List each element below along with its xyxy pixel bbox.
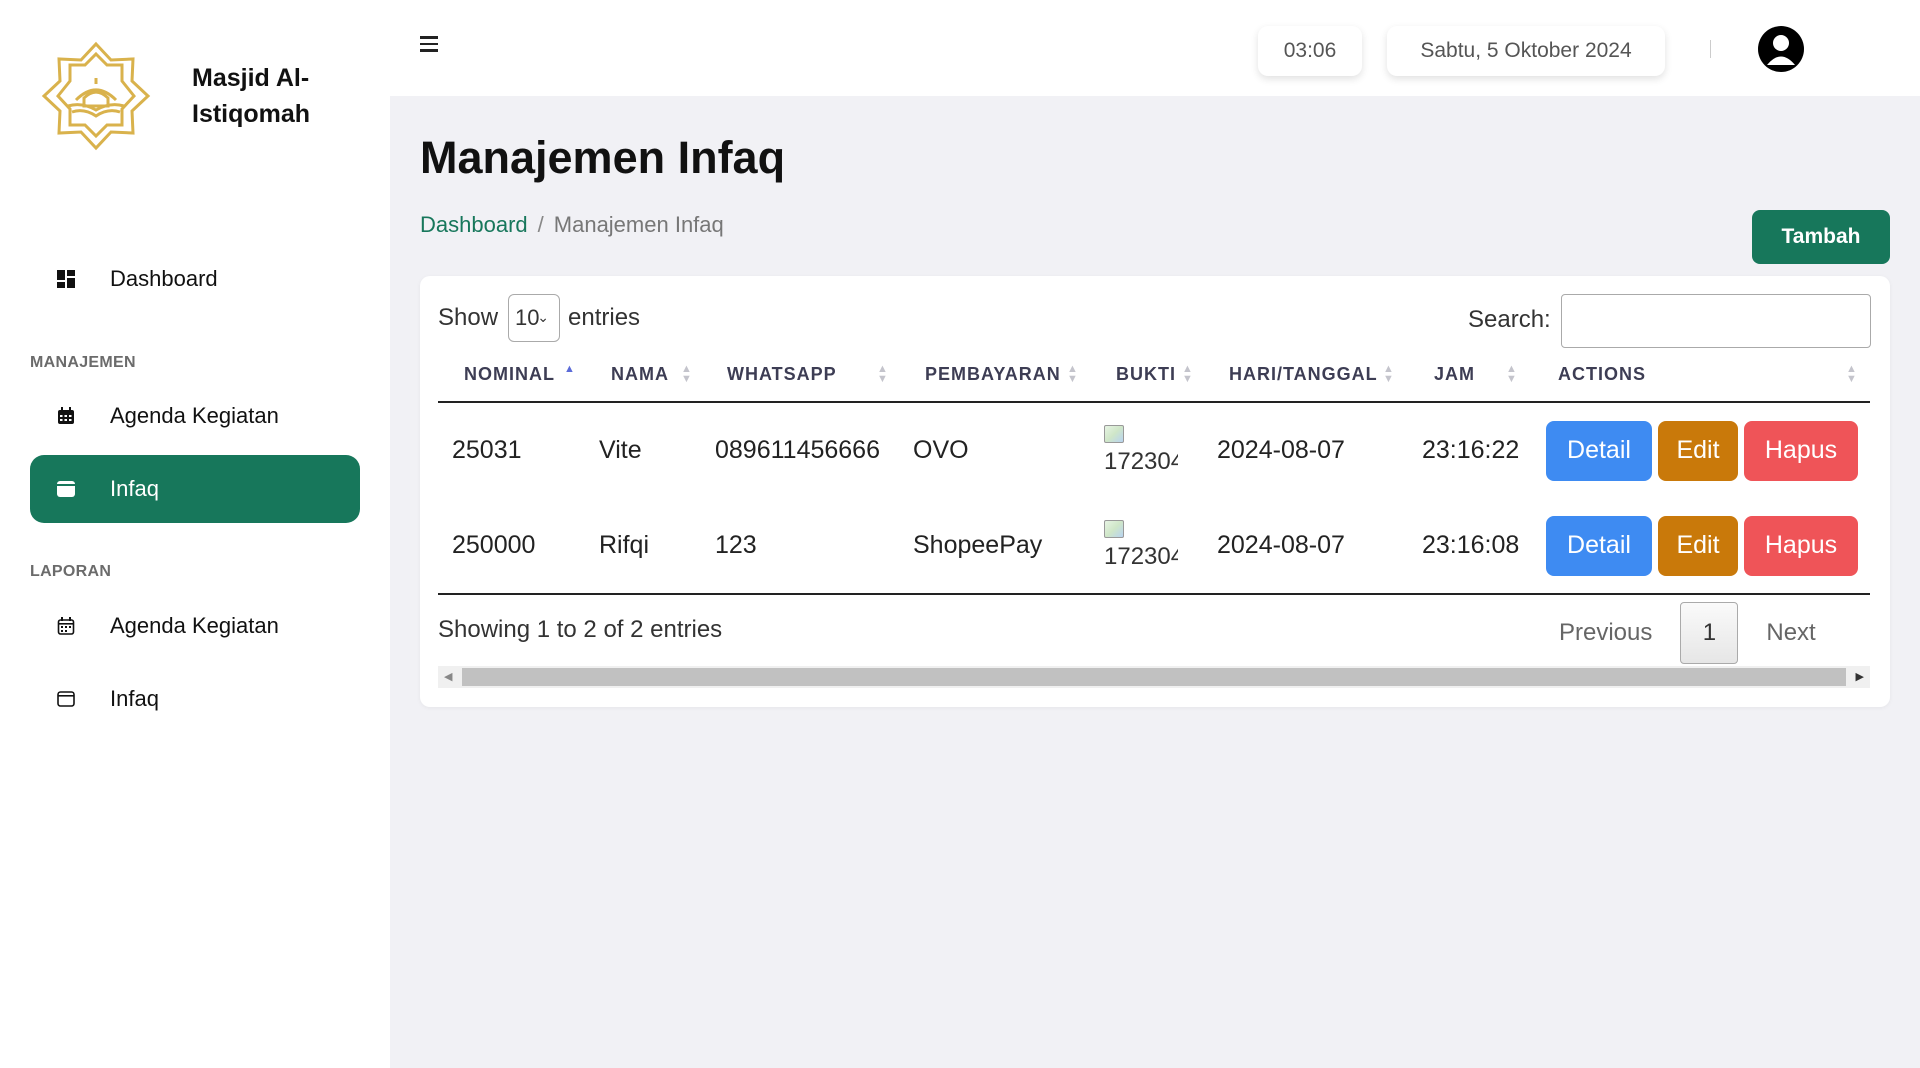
sort-icon: ▲ ▼ [681, 363, 693, 385]
sidebar-item-manajemen-infaq[interactable]: Infaq [30, 455, 360, 523]
cell-nominal: 250000 [438, 498, 585, 595]
infaq-table: NOMINAL ▲ NAMA ▲ ▼ WHATSAPP ▲ ▼ PEMBAYARAN ▲ ▼ … [438, 348, 1870, 595]
sidebar-item-label: Agenda Kegiatan [110, 403, 279, 428]
scroll-right-icon[interactable]: ▶ [1856, 670, 1864, 683]
table-info: Showing 1 to 2 of 2 entries [438, 616, 723, 643]
sidebar-item-label: Dashboard [110, 266, 218, 291]
length-show-label: Show [438, 304, 499, 331]
sort-icon: ▲ ▼ [1383, 363, 1395, 385]
wallet-icon [54, 477, 78, 501]
cell-bukti: 172304 [1090, 498, 1203, 595]
add-infaq-button[interactable]: Tambah [1752, 210, 1890, 264]
breadcrumb: Dashboard / Manajemen Infaq [420, 212, 724, 238]
sidebar: Masjid Al-Istiqomah Dashboard MANAJEMEN … [0, 0, 390, 1068]
cell-whatsapp: 089611456666 [715, 436, 880, 464]
breadcrumb-current: Manajemen Infaq [553, 212, 724, 237]
broken-image-icon [1104, 519, 1124, 538]
topbar-divider [1710, 40, 1711, 58]
pagination-page-1[interactable]: 1 [1680, 602, 1739, 664]
search-input[interactable] [1561, 294, 1871, 348]
detail-button[interactable]: Detail [1546, 420, 1652, 481]
sidebar-item-label: Infaq [110, 686, 159, 711]
sort-icon: ▲ ▼ [1846, 363, 1858, 385]
cell-jam: 23:16:22 [1422, 436, 1520, 464]
column-header-nama[interactable]: NAMA ▲ ▼ [585, 348, 701, 403]
infaq-table-card: Show 10 ⌄ entries Search: NOMINAL ▲ NAMA ▲… [420, 276, 1890, 707]
table-row: 25031 Vite 089611456666 OVO 172304 2024-… [438, 402, 1870, 498]
sort-icon: ▲ ▼ [1067, 363, 1079, 385]
column-header-whatsapp[interactable]: WHATSAPP ▲ ▼ [701, 348, 899, 403]
broken-image-icon [1104, 424, 1124, 443]
cell-actions: Detail Edit Hapus [1532, 402, 1870, 498]
user-avatar-icon[interactable] [1758, 26, 1804, 72]
column-header-actions[interactable]: ACTIONS ▲ ▼ [1532, 348, 1870, 403]
pagination: Previous 1 Next [1559, 602, 1816, 664]
cell-actions: Detail Edit Hapus [1532, 498, 1870, 595]
scroll-left-icon[interactable]: ◀ [444, 670, 452, 683]
delete-button[interactable]: Hapus [1744, 515, 1858, 576]
table-row: 250000 Rifqi 123 ShopeePay 172304 2024-0… [438, 498, 1870, 595]
cell-nama: Rifqi [585, 498, 701, 595]
clock-display: 03:06 [1258, 26, 1362, 76]
sidebar-section-laporan: LAPORAN [30, 563, 112, 580]
page-title: Manajemen Infaq [420, 132, 786, 183]
delete-button[interactable]: Hapus [1744, 420, 1858, 481]
date-display: Sabtu, 5 Oktober 2024 [1387, 26, 1665, 76]
cell-pembayaran: OVO [913, 436, 969, 464]
scrollbar-thumb[interactable] [462, 668, 1846, 686]
sidebar-item-dashboard[interactable]: Dashboard [30, 245, 360, 313]
sort-icon: ▲ ▼ [1182, 363, 1194, 385]
pagination-next[interactable]: Next [1766, 619, 1815, 647]
entries-length-select[interactable]: 10 ⌄ [508, 294, 560, 342]
wallet-outline-icon [54, 687, 78, 711]
search-label: Search: [1468, 306, 1551, 333]
column-header-jam[interactable]: JAM ▲ ▼ [1408, 348, 1532, 403]
cell-tanggal: 2024-08-07 [1217, 436, 1345, 464]
chevron-down-icon: ⌄ [537, 309, 549, 325]
cell-bukti: 172304 [1090, 402, 1203, 498]
sort-asc-icon: ▲ [564, 363, 576, 375]
brand[interactable]: Masjid Al-Istiqomah [40, 40, 352, 152]
bukti-image[interactable]: 172304 [1104, 424, 1178, 477]
sort-icon: ▲ ▼ [1506, 363, 1518, 385]
cell-pembayaran: ShopeePay [899, 498, 1090, 595]
column-header-pembayaran[interactable]: PEMBAYARAN ▲ ▼ [899, 348, 1090, 403]
calendar-icon [54, 404, 78, 428]
length-entries-label: entries [568, 304, 641, 331]
menu-toggle-icon[interactable] [420, 36, 442, 56]
sidebar-item-label: Infaq [110, 476, 159, 501]
sidebar-item-label: Agenda Kegiatan [110, 613, 279, 638]
cell-whatsapp: 123 [701, 498, 899, 595]
app-name: Masjid Al-Istiqomah [192, 64, 311, 128]
sort-icon: ▲ ▼ [877, 363, 889, 385]
calendar-outline-icon [54, 614, 78, 638]
detail-button[interactable]: Detail [1546, 515, 1652, 576]
edit-button[interactable]: Edit [1658, 420, 1738, 481]
cell-nama: Vite [599, 436, 642, 464]
cell-nominal: 25031 [452, 436, 522, 464]
horizontal-scrollbar[interactable]: ◀ ▶ [438, 666, 1870, 688]
cell-jam: 23:16:08 [1408, 498, 1532, 595]
column-header-tanggal[interactable]: HARI/TANGGAL ▲ ▼ [1203, 348, 1408, 403]
breadcrumb-separator: / [537, 212, 544, 237]
cell-tanggal: 2024-08-07 [1203, 498, 1408, 595]
edit-button[interactable]: Edit [1658, 515, 1738, 576]
mosque-logo-icon [41, 41, 151, 151]
bukti-image[interactable]: 172304 [1104, 519, 1178, 572]
column-header-nominal[interactable]: NOMINAL ▲ [438, 348, 585, 403]
entries-length-value: 10 [515, 305, 540, 330]
sidebar-item-laporan-agenda[interactable]: Agenda Kegiatan [30, 592, 360, 660]
sidebar-item-manajemen-agenda[interactable]: Agenda Kegiatan [30, 382, 360, 450]
dashboard-grid-icon [54, 267, 78, 291]
pagination-previous[interactable]: Previous [1559, 619, 1652, 647]
table-header-row: NOMINAL ▲ NAMA ▲ ▼ WHATSAPP ▲ ▼ PEMBAYARAN ▲ ▼ … [438, 348, 1870, 403]
sidebar-item-laporan-infaq[interactable]: Infaq [30, 665, 360, 733]
topbar: 03:06 Sabtu, 5 Oktober 2024 [390, 0, 1920, 96]
sidebar-section-manajemen: MANAJEMEN [30, 354, 136, 371]
breadcrumb-home-link[interactable]: Dashboard [420, 212, 528, 237]
column-header-bukti[interactable]: BUKTI ▲ ▼ [1090, 348, 1203, 403]
